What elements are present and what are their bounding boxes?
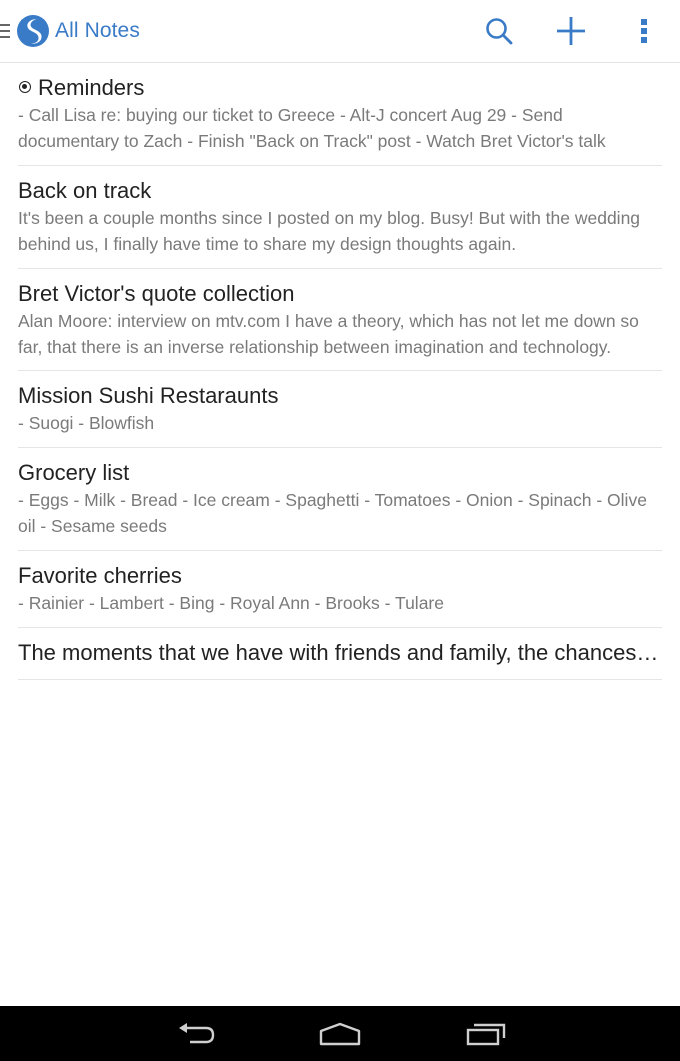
note-preview: - Call Lisa re: buying our ticket to Gre… <box>18 105 606 151</box>
home-button[interactable] <box>318 1020 362 1048</box>
home-icon <box>319 1022 361 1046</box>
note-title: Mission Sushi Restaraunts <box>18 383 279 408</box>
note-preview: - Eggs - Milk - Bread - Ice cream - Spag… <box>18 490 647 536</box>
note-preview: - Rainier - Lambert - Bing - Royal Ann -… <box>18 593 444 613</box>
back-icon <box>179 1023 215 1044</box>
note-list: Reminders - Call Lisa re: buying our tic… <box>18 63 662 680</box>
note-title: The moments that we have with friends an… <box>18 640 662 665</box>
search-icon <box>486 18 513 45</box>
note-title: Grocery list <box>18 460 130 485</box>
note-title: Back on track <box>18 178 152 203</box>
add-icon <box>557 17 585 45</box>
note-item-favorite-cherries[interactable]: Favorite cherries - Rainier - Lambert - … <box>18 551 662 628</box>
note-item-bret-victor-quotes[interactable]: Bret Victor's quote collection Alan Moor… <box>18 269 662 371</box>
note-item-grocery-list[interactable]: Grocery list - Eggs - Milk - Bread - Ice… <box>18 448 662 551</box>
note-item-moments[interactable]: The moments that we have with friends an… <box>18 628 662 680</box>
page-title: All Notes <box>55 19 140 42</box>
recents-button[interactable] <box>464 1020 508 1048</box>
note-preview: Alan Moore: interview on mtv.com I have … <box>18 311 639 357</box>
note-item-reminders[interactable]: Reminders - Call Lisa re: buying our tic… <box>18 63 662 166</box>
note-title: Favorite cherries <box>18 563 182 588</box>
system-nav-bar <box>0 1006 680 1061</box>
note-title: Reminders <box>38 75 145 100</box>
note-preview: - Suogi - Blowfish <box>18 413 155 433</box>
recents-icon <box>466 1023 506 1046</box>
note-item-back-on-track[interactable]: Back on track It's been a couple months … <box>18 166 662 269</box>
search-button[interactable] <box>482 14 516 48</box>
menu-icon[interactable] <box>0 24 12 40</box>
overflow-menu-icon <box>641 19 647 43</box>
app-bar: All Notes <box>0 0 680 63</box>
note-preview: It's been a couple months since I posted… <box>18 208 641 254</box>
add-note-button[interactable] <box>554 14 588 48</box>
overflow-menu-button[interactable] <box>627 14 661 48</box>
note-item-mission-sushi[interactable]: Mission Sushi Restaraunts - Suogi - Blow… <box>18 371 662 448</box>
simplenote-logo[interactable] <box>16 14 50 48</box>
note-title: Bret Victor's quote collection <box>18 281 295 306</box>
pin-icon <box>19 81 31 93</box>
back-button[interactable] <box>174 1020 218 1048</box>
